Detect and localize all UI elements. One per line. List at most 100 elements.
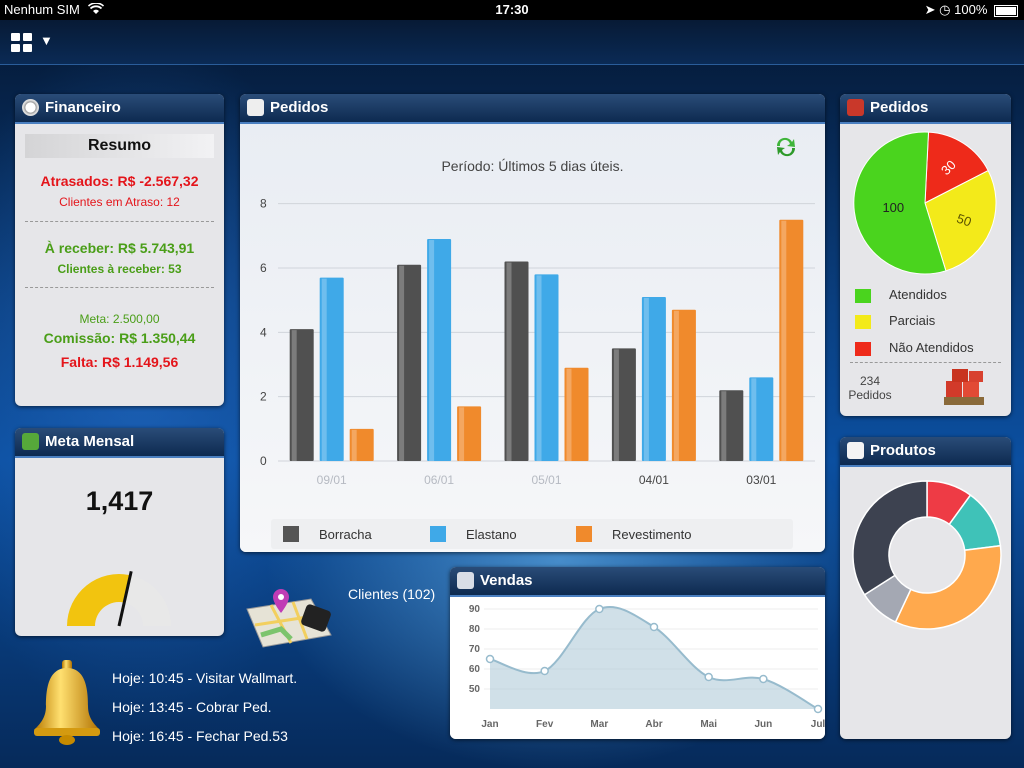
vendas-header: Vendas <box>450 567 825 597</box>
y-tick-label: 0 <box>260 454 267 468</box>
legend-label-atendidos: Atendidos <box>889 287 947 302</box>
y-tick-label: 8 <box>260 197 267 211</box>
legend-nao-atendidos: Não Atendidos <box>855 340 974 356</box>
agenda-item[interactable]: Hoje: 13:45 - Cobrar Ped. <box>112 699 272 715</box>
y-tick-label: 2 <box>260 390 267 404</box>
pedidos-chart-body: Período: Últimos 5 dias úteis. 0 2 4 6 8 09/0… <box>240 124 825 552</box>
bar-highlight <box>781 220 787 461</box>
bar-highlight <box>673 310 679 461</box>
vendas-title: Vendas <box>480 572 533 589</box>
location-icon: ➤ <box>924 2 936 17</box>
boxes-icon <box>944 369 984 405</box>
legend-swatch-elastano <box>430 526 446 542</box>
map-icon[interactable] <box>241 585 335 655</box>
legend-swatch-borracha <box>283 526 299 542</box>
x-tick-label: Jan <box>481 719 498 730</box>
y-tick-label: 6 <box>260 261 267 275</box>
swatch-parciais <box>855 314 871 329</box>
data-point <box>704 672 713 682</box>
pedidos-pie-body: 30 50 100 Atendidos Parciais Não Atendidos… <box>840 124 1011 416</box>
bar-highlight <box>506 262 512 461</box>
x-tick-label: Mar <box>590 719 608 730</box>
x-tick-label: Jul <box>811 719 825 730</box>
cash-icon <box>22 433 39 450</box>
donut-slice <box>894 544 1002 630</box>
divider <box>850 362 1001 363</box>
document-icon <box>247 99 264 116</box>
app-toolbar: ▼ <box>0 20 1024 65</box>
agenda-item[interactable]: Hoje: 16:45 - Fechar Ped.53 <box>112 728 288 744</box>
legend-revestimento: Revestimento <box>576 526 691 542</box>
bar-highlight <box>399 265 405 461</box>
x-tick-label: 03/01 <box>746 473 776 487</box>
chart-legend: Borracha Elastano Revestimento <box>271 519 793 549</box>
produtos-header: Produtos <box>840 437 1011 467</box>
clock-icon <box>22 99 39 116</box>
agenda-item[interactable]: Hoje: 10:45 - Visitar Wallmart. <box>112 670 297 686</box>
x-tick-label: 09/01 <box>317 473 347 487</box>
bar-highlight <box>536 275 542 461</box>
pedidos-pie-header: Pedidos <box>840 94 1011 124</box>
pedidos-chart-panel: Pedidos Período: Últimos 5 dias úteis. 0… <box>240 94 825 552</box>
pedidos-pie-title: Pedidos <box>870 99 929 116</box>
meta-value: 1,417 <box>85 486 154 516</box>
pedidos-pie-chart: 3050100 <box>853 131 997 275</box>
y-tick-label: 60 <box>469 664 481 675</box>
boxes-icon <box>847 99 864 116</box>
total-number: 234 <box>859 374 881 388</box>
x-tick-label: 06/01 <box>424 473 454 487</box>
pedidos-pie-panel: Pedidos 30 50 100 Atendidos Parciais Não A… <box>840 94 1011 416</box>
meta-mensal-title: Meta Mensal <box>45 433 135 450</box>
bar-highlight <box>721 391 727 461</box>
data-point <box>759 674 768 684</box>
bar-highlight <box>643 297 649 461</box>
cube-icon <box>457 572 474 589</box>
x-tick-label: 04/01 <box>639 473 669 487</box>
a-receber-value: À receber: R$ 5.743,91 <box>44 240 195 256</box>
total-label: Pedidos <box>848 388 892 402</box>
produtos-body <box>840 467 1011 739</box>
legend-label-borracha: Borracha <box>319 527 372 542</box>
legend-borracha: Borracha <box>283 526 372 542</box>
divider <box>25 287 214 288</box>
clientes-link[interactable]: Clientes (102) <box>348 586 435 602</box>
resumo-heading: Resumo <box>25 134 214 158</box>
bar-highlight <box>351 429 357 461</box>
area-fill <box>490 606 818 709</box>
legend-label-revestimento: Revestimento <box>612 527 692 542</box>
legend-swatch-revestimento <box>576 526 592 542</box>
clientes-receber: Clientes à receber: 53 <box>57 262 182 276</box>
gauge <box>67 570 171 627</box>
bar-highlight <box>459 407 465 461</box>
data-point <box>540 666 549 676</box>
swatch-atendidos <box>855 288 871 303</box>
bell-icon[interactable] <box>32 660 102 746</box>
data-point <box>595 604 604 614</box>
y-tick-label: 80 <box>469 624 481 635</box>
battery-percent: 100% <box>954 2 988 17</box>
document-icon <box>847 442 864 459</box>
donut-slice <box>852 480 928 596</box>
pie-data-label: 100 <box>882 200 904 215</box>
dropdown-arrow-icon[interactable]: ▼ <box>40 33 53 48</box>
divider <box>25 221 214 222</box>
grid-menu-icon[interactable] <box>11 33 32 52</box>
battery-icon <box>994 4 1018 17</box>
financeiro-body: Resumo Atrasados: R$ -2.567,32 Clientes … <box>15 124 224 406</box>
falta-value: Falta: R$ 1.149,56 <box>60 354 179 370</box>
comissao-value: Comissão: R$ 1.350,44 <box>43 330 196 346</box>
produtos-title: Produtos <box>870 442 936 459</box>
meta-mensal-body: 1,417 <box>15 458 224 636</box>
total-pedidos: 234 Pedidos <box>840 374 900 402</box>
vendas-area-chart: 50 60 70 80 90 Jan Fev Mar Abr Mai Jun Jul <box>469 604 825 730</box>
financeiro-panel: Financeiro Resumo Atrasados: R$ -2.567,3… <box>15 94 224 406</box>
bar-highlight <box>751 378 757 461</box>
legend-label-elastano: Elastano <box>466 527 517 542</box>
data-point <box>485 654 495 664</box>
bar-highlight <box>291 330 297 461</box>
produtos-panel: Produtos <box>840 437 1011 739</box>
y-tick-label: 90 <box>469 604 481 615</box>
financeiro-header: Financeiro <box>15 94 224 124</box>
bar-chart: 0 2 4 6 8 09/01 06/01 05/01 04/01 03/01 <box>260 197 815 487</box>
meta-mensal-header: Meta Mensal <box>15 428 224 458</box>
